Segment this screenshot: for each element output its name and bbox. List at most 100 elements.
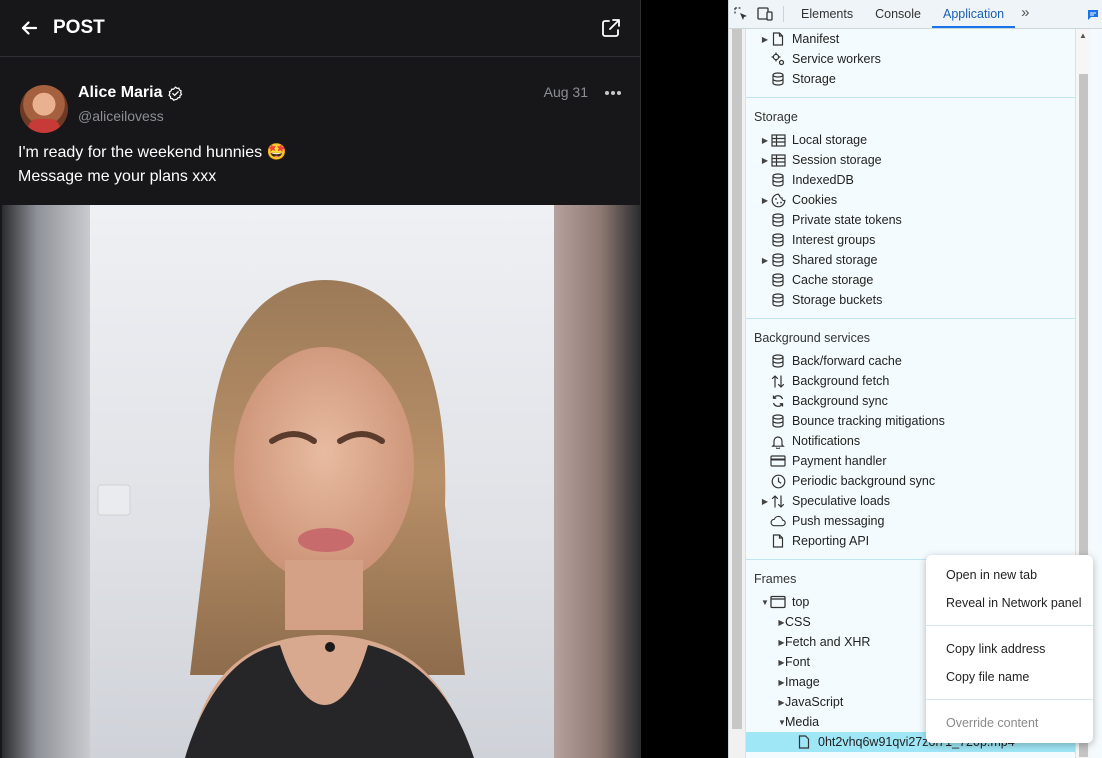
sidebar-item-storage-buckets[interactable]: Storage buckets [746,290,1075,310]
frame-folder-label: CSS [785,615,811,629]
updown-icon [770,373,786,389]
sidebar-item-storage[interactable]: Storage [746,69,1075,89]
expand-arrow-icon[interactable]: ▶ [778,638,785,647]
sidebar-item-label: Cache storage [792,273,874,287]
sidebar-item-label: Storage buckets [792,293,883,307]
expand-arrow-icon[interactable]: ▶ [760,256,770,265]
cloud-icon [770,513,786,529]
sidebar-item-notifications[interactable]: Notifications [746,431,1075,451]
database-icon [770,413,786,429]
sidebar-item-background-sync[interactable]: Background sync [746,391,1075,411]
author-name[interactable]: Alice Maria [78,84,162,102]
more-tabs-chevron-icon[interactable]: » [1015,0,1035,28]
sidebar-item-payment-handler[interactable]: Payment handler [746,451,1075,471]
frame-folder-label: Font [785,655,811,669]
sidebar-item-label: IndexedDB [792,173,854,187]
post-header: Alice Maria @aliceilovess Aug 31 [0,57,640,145]
sidebar-item-label: Periodic background sync [792,474,936,488]
expand-arrow-icon[interactable]: ▶ [778,678,785,687]
sidebar-item-bounce-tracking-mitigations[interactable]: Bounce tracking mitigations [746,411,1075,431]
expand-arrow-icon[interactable]: ▶ [760,35,770,44]
gears-icon [770,51,786,67]
expand-arrow-icon[interactable]: ▶ [760,497,770,506]
video-frame [90,205,554,758]
sidebar-item-manifest[interactable]: ▶ Manifest [746,29,1075,49]
storage-section: Storage ▶ Local storage ▶ Session storage In… [746,98,1075,319]
author-handle[interactable]: @aliceilovess [78,108,544,124]
sidebar-item-cache-storage[interactable]: Cache storage [746,270,1075,290]
sidebar-item-private-state-tokens[interactable]: Private state tokens [746,210,1075,230]
table-icon [770,152,786,168]
menu-copy-link[interactable]: Copy link address [926,635,1093,663]
expand-arrow-icon[interactable]: ▶ [760,136,770,145]
inspect-element-icon[interactable] [729,0,753,28]
database-icon [770,232,786,248]
expand-arrow-icon[interactable]: ▶ [778,618,785,627]
verified-icon [168,85,183,101]
left-scrollbar[interactable] [729,29,745,758]
author-block: Alice Maria @aliceilovess [78,84,544,145]
menu-reveal-network[interactable]: Reveal in Network panel [926,589,1093,617]
frame-folder-label: Fetch and XHR [785,635,871,649]
sidebar-item-label: Payment handler [792,454,887,468]
database-icon [770,172,786,188]
tab-application[interactable]: Application [931,0,1016,28]
sidebar-item-local-storage[interactable]: ▶ Local storage [746,130,1075,150]
sidebar-item-session-storage[interactable]: ▶ Session storage [746,150,1075,170]
sidebar-item-label: Background sync [792,394,888,408]
background-services-section: Background services Back/forward cache Ba… [746,319,1075,560]
post-video[interactable] [2,205,640,758]
sidebar-item-label: Push messaging [792,514,885,528]
back-arrow-icon[interactable] [18,17,40,39]
sidebar-item-cookies[interactable]: ▶ Cookies [746,190,1075,210]
database-icon [770,212,786,228]
sidebar-item-periodic-background-sync[interactable]: Periodic background sync [746,471,1075,491]
sidebar-item-label: Session storage [792,153,882,167]
tab-elements[interactable]: Elements [790,0,864,28]
menu-open-new-tab[interactable]: Open in new tab [926,561,1093,589]
expand-arrow-icon[interactable]: ▶ [778,658,785,667]
scroll-up-arrow-icon[interactable]: ▲ [1079,31,1087,40]
tab-console[interactable]: Console [864,0,932,28]
expanded-arrow-icon[interactable]: ▼ [778,718,786,727]
sidebar-item-interest-groups[interactable]: Interest groups [746,230,1075,250]
post-text-line: Message me your plans xxx [18,168,217,185]
sidebar-item-reporting-api[interactable]: Reporting API [746,531,1075,551]
database-icon [770,252,786,268]
sidebar-item-service-workers[interactable]: Service workers [746,49,1075,69]
device-toolbar-icon[interactable] [753,0,777,28]
frame-window-icon [770,594,786,610]
application-section: ▶ Manifest Service workers Storage [746,29,1075,98]
post-panel: POST Alice Maria @aliceilovess Aug 31 I'… [0,0,641,758]
sidebar-item-background-fetch[interactable]: Background fetch [746,371,1075,391]
avatar[interactable] [20,85,68,133]
sidebar-item-back-forward-cache[interactable]: Back/forward cache [746,351,1075,371]
sidebar-item-label: Local storage [792,133,868,147]
frame-folder-label: JavaScript [785,695,844,709]
issues-message-icon[interactable] [1087,8,1099,20]
section-title: Background services [754,331,871,345]
menu-separator [926,625,1093,626]
more-options-icon[interactable] [604,84,622,102]
expand-arrow-icon[interactable]: ▶ [760,156,770,165]
cookie-icon [770,192,786,208]
menu-separator [926,699,1093,700]
sidebar-item-label: Service workers [792,52,881,66]
expand-arrow-icon[interactable]: ▶ [778,698,785,707]
video-blur-right [554,205,640,758]
share-icon[interactable] [600,17,622,39]
sidebar-item-shared-storage[interactable]: ▶ Shared storage [746,250,1075,270]
clock-icon [770,473,786,489]
sidebar-item-label: Background fetch [792,374,890,388]
sidebar-item-speculative-loads[interactable]: ▶ Speculative loads [746,491,1075,511]
expand-arrow-icon[interactable]: ▶ [760,196,770,205]
sidebar-item-label: Manifest [792,32,840,46]
updown-icon [770,493,786,509]
menu-copy-file-name[interactable]: Copy file name [926,663,1093,691]
sidebar-item-indexeddb[interactable]: IndexedDB [746,170,1075,190]
table-icon [770,132,786,148]
post-meta: Aug 31 [544,84,622,145]
sidebar-item-push-messaging[interactable]: Push messaging [746,511,1075,531]
expanded-arrow-icon[interactable]: ▼ [760,598,770,607]
database-icon [770,292,786,308]
